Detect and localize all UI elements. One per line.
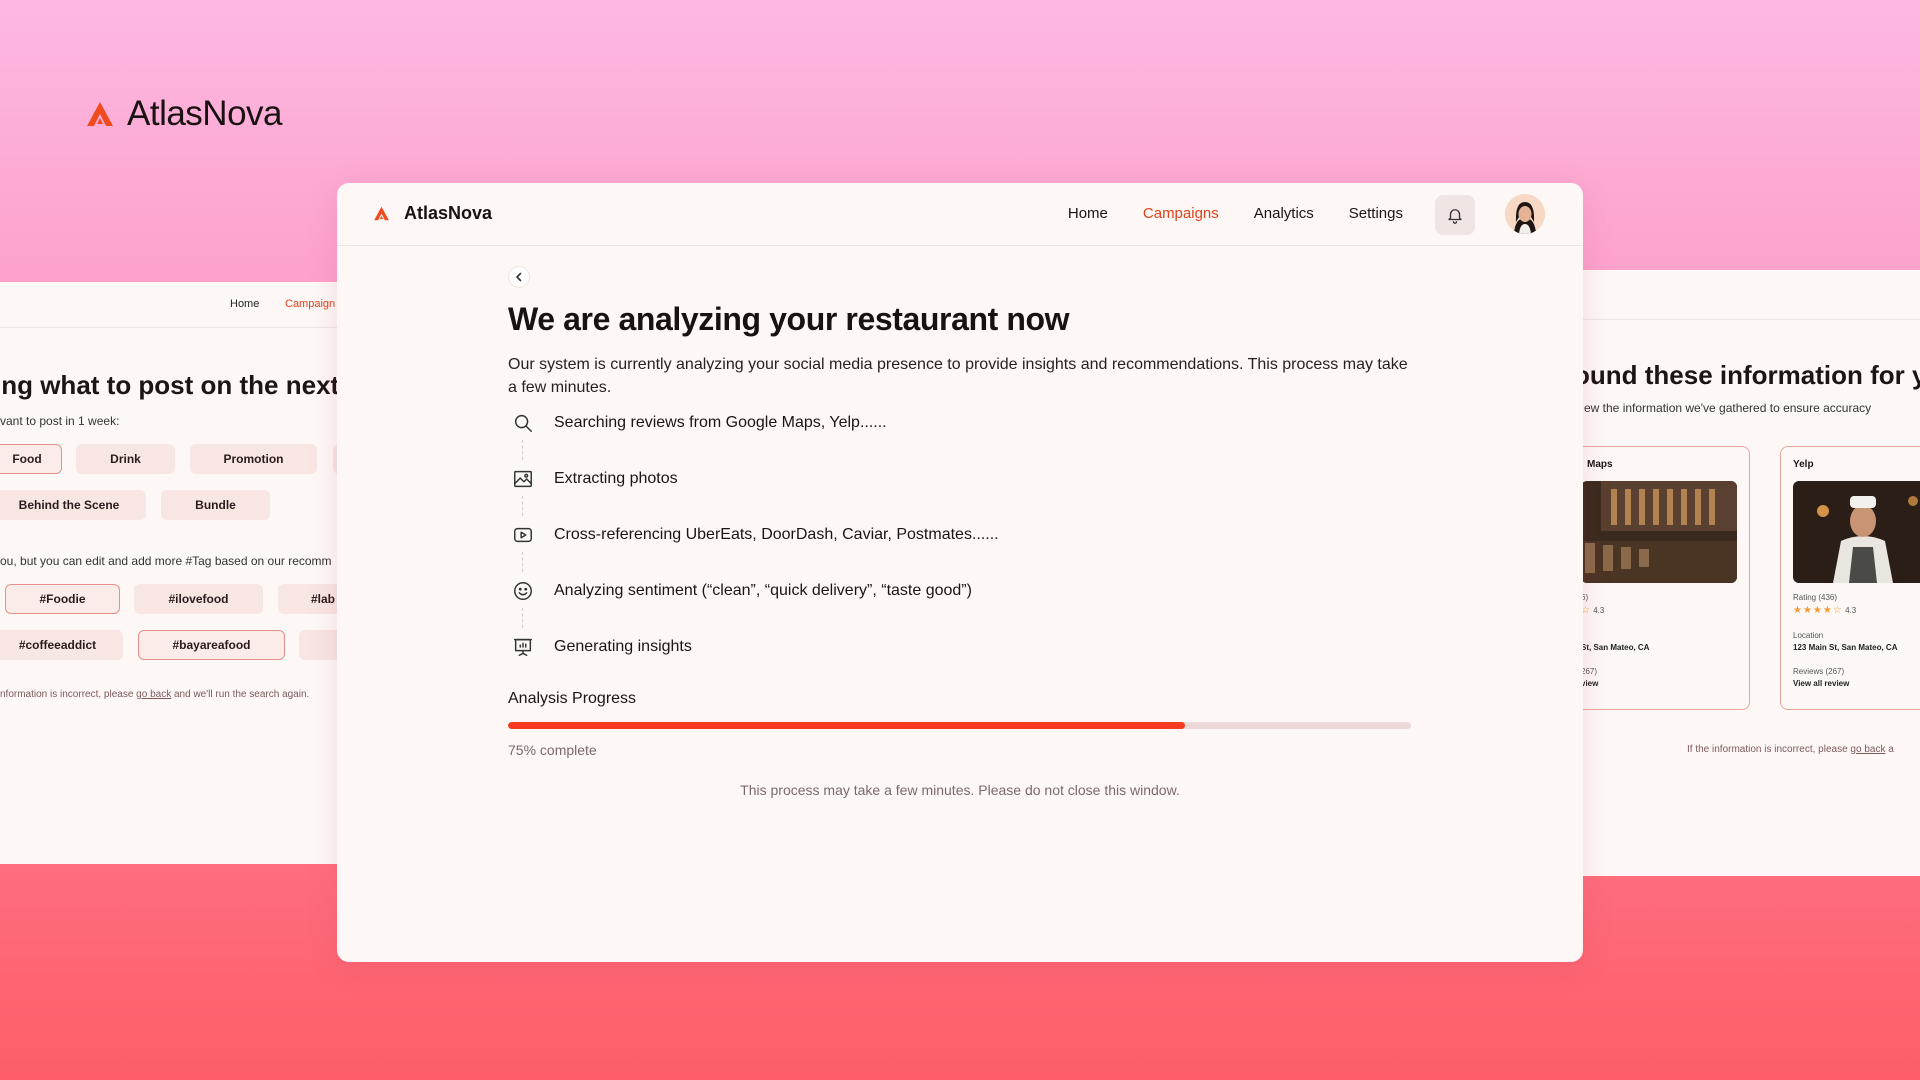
tag-chip-ilovefood[interactable]: #ilovefood xyxy=(134,584,263,614)
maps-rating-value: 4.3 xyxy=(1593,606,1605,615)
navbar-brand-name: AtlasNova xyxy=(404,203,493,223)
maps-location: St, San Mateo, CA xyxy=(1581,643,1650,652)
image-icon xyxy=(508,464,538,494)
step-text: Analyzing sentiment (“clean”, “quick del… xyxy=(554,582,972,599)
top-navbar: AtlasNova Home Campaigns Analytics Setti… xyxy=(337,183,1583,246)
step-searching-reviews: Searching reviews from Google Maps, Yelp… xyxy=(508,408,887,438)
left-panel-footer: nformation is incorrect, please go back … xyxy=(0,689,309,700)
tag-chip-bayareafood[interactable]: #bayareafood xyxy=(138,630,285,660)
left-panel-nav: Home Campaign xyxy=(0,282,340,328)
process-note: This process may take a few minutes. Ple… xyxy=(740,782,1180,798)
right-footer-suffix: a xyxy=(1885,744,1894,755)
progress-fill xyxy=(508,722,1186,729)
step-connector xyxy=(522,608,523,628)
nav-campaigns[interactable]: Campaigns xyxy=(1143,205,1219,222)
yelp-rating-label: Rating (436) xyxy=(1793,593,1838,602)
brand-name: AtlasNova xyxy=(127,94,283,133)
navbar-brand[interactable]: AtlasNova xyxy=(373,203,492,224)
right-go-back-link[interactable]: go back xyxy=(1850,744,1885,755)
source-card-yelp[interactable]: Yelp Rating (436) ★★★★☆ 4.3 Location 123… xyxy=(1780,446,1920,710)
right-panel-footer: If the information is incorrect, please … xyxy=(1687,744,1894,755)
left-nav-campaign[interactable]: Campaign xyxy=(285,298,335,310)
right-panel-subtitle: ew the information we've gathered to ens… xyxy=(1584,401,1872,415)
category-chip-drink[interactable]: Drink xyxy=(76,444,175,474)
step-connector xyxy=(522,496,523,516)
yelp-view-review-link[interactable]: View all review xyxy=(1793,679,1849,688)
yelp-rating: ★★★★☆ 4.3 xyxy=(1793,605,1856,616)
yelp-location-label: Location xyxy=(1793,631,1824,640)
right-panel-nav xyxy=(1580,270,1920,320)
star-rating-icon: ★★★★☆ xyxy=(1793,605,1843,616)
left-panel-subtitle: vant to post in 1 week: xyxy=(0,414,120,428)
page-description: Our system is currently analyzing your s… xyxy=(508,356,1408,396)
maps-reviews-label: 267) xyxy=(1581,667,1598,676)
left-footer-text: nformation is incorrect, please xyxy=(0,689,137,700)
tag-chip-more[interactable] xyxy=(299,630,340,660)
source-card-maps[interactable]: Maps 6) ☆ 4.3 St, San Mateo, CA 267) vie… xyxy=(1580,446,1750,710)
user-avatar[interactable] xyxy=(1505,194,1545,234)
notifications-button[interactable] xyxy=(1435,195,1475,235)
step-cross-referencing: Cross-referencing UberEats, DoorDash, Ca… xyxy=(508,520,999,550)
step-text: Cross-referencing UberEats, DoorDash, Ca… xyxy=(554,526,999,543)
page-title: We are analyzing your restaurant now xyxy=(508,301,1070,337)
maps-rating: ☆ 4.3 xyxy=(1581,605,1604,616)
restaurant-interior-image xyxy=(1581,481,1737,583)
step-text: Extracting photos xyxy=(554,470,678,487)
nav-home[interactable]: Home xyxy=(1068,205,1108,222)
progress-bar xyxy=(508,722,1411,729)
presentation-icon xyxy=(508,632,538,662)
category-chip-food[interactable]: Food xyxy=(0,444,62,474)
nav-settings[interactable]: Settings xyxy=(1349,205,1403,222)
maps-view-review-link[interactable]: view xyxy=(1581,679,1598,688)
progress-percent-text: 75% complete xyxy=(508,742,597,758)
step-generating-insights: Generating insights xyxy=(508,632,692,662)
source-card-title: Maps xyxy=(1587,459,1613,470)
back-button[interactable] xyxy=(508,266,530,288)
search-icon xyxy=(508,408,538,438)
step-text: Generating insights xyxy=(554,638,692,655)
step-connector xyxy=(522,552,523,572)
bell-icon xyxy=(1448,209,1462,224)
left-panel-heading: ing what to post on the next st xyxy=(0,370,340,400)
brand-header: AtlasNova xyxy=(85,94,283,134)
nav-links: Home Campaigns Analytics Settings xyxy=(1068,205,1403,222)
yelp-rating-value: 4.3 xyxy=(1845,606,1857,615)
left-go-back-link[interactable]: go back xyxy=(136,689,171,700)
atlasnova-logo-icon xyxy=(374,206,389,221)
yelp-location: 123 Main St, San Mateo, CA xyxy=(1793,643,1898,652)
left-panel-tag-note: ou, but you can edit and add more #Tag b… xyxy=(0,554,332,568)
progress-label: Analysis Progress xyxy=(508,690,637,707)
step-analyzing-sentiment: Analyzing sentiment (“clean”, “quick del… xyxy=(508,576,972,606)
chevron-left-icon xyxy=(516,272,522,282)
left-footer-suffix: and we'll run the search again. xyxy=(171,689,310,700)
category-chip-behind-the-scene[interactable]: Behind the Scene xyxy=(0,490,146,520)
main-window: AtlasNova Home Campaigns Analytics Setti… xyxy=(337,183,1583,962)
play-icon xyxy=(508,520,538,550)
tag-chip-foodie[interactable]: #Foodie xyxy=(5,584,120,614)
category-chip-promotion[interactable]: Promotion xyxy=(190,444,317,474)
nav-analytics[interactable]: Analytics xyxy=(1254,205,1314,222)
right-footer-text: If the information is incorrect, please xyxy=(1687,744,1851,755)
step-connector xyxy=(522,440,523,460)
right-panel-heading: ound these information for yo xyxy=(1580,360,1920,390)
tag-chip-lab[interactable]: #lab xyxy=(278,584,340,614)
source-card-title: Yelp xyxy=(1793,459,1814,470)
chef-portrait-image xyxy=(1793,481,1920,583)
left-nav-home[interactable]: Home xyxy=(230,298,259,310)
background-panel-left: Home Campaign ing what to post on the ne… xyxy=(0,282,340,864)
category-chip-bundle[interactable]: Bundle xyxy=(161,490,270,520)
tag-chip-coffeeaddict[interactable]: #coffeeaddict xyxy=(0,630,123,660)
step-extracting-photos: Extracting photos xyxy=(508,464,678,494)
smile-icon xyxy=(508,576,538,606)
atlasnova-logo-icon xyxy=(87,102,113,126)
background-panel-right: ound these information for yo ew the inf… xyxy=(1580,270,1920,876)
yelp-reviews-label: Reviews (267) xyxy=(1793,667,1845,676)
step-text: Searching reviews from Google Maps, Yelp… xyxy=(554,414,887,431)
